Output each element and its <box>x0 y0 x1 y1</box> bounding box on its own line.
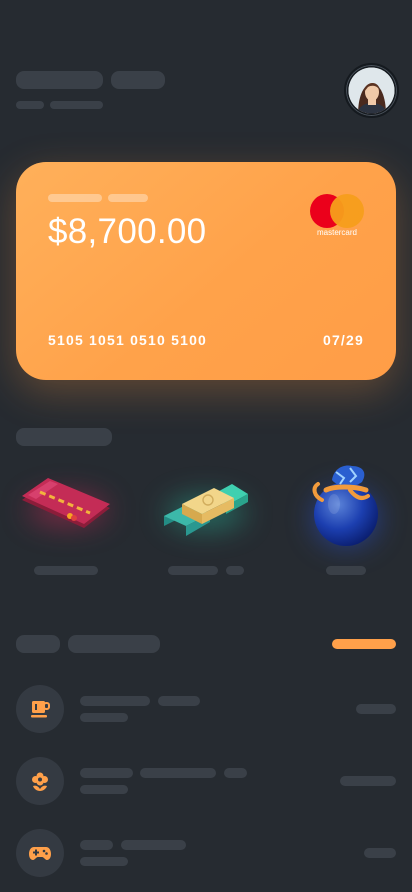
transaction-subtitle-placeholder <box>80 713 128 722</box>
transactions-title-placeholder <box>16 635 60 653</box>
transaction-title-placeholder-6 <box>80 840 113 850</box>
item-label-placeholder-4 <box>326 566 366 575</box>
balance-card[interactable]: $8,700.00 mastercard 5105 1051 0510 5100… <box>16 162 396 380</box>
section-title-placeholder <box>16 428 112 446</box>
card-label-placeholder-2 <box>108 194 148 202</box>
card-label-placeholder <box>48 194 102 202</box>
gamepad-icon <box>29 847 51 860</box>
transaction-title-placeholder-2 <box>158 696 200 706</box>
transaction-amount-placeholder <box>356 704 396 714</box>
transaction-flower-icon-circle[interactable] <box>16 757 64 805</box>
header-subtitle-placeholder <box>16 101 44 109</box>
item-label-placeholder <box>34 566 98 575</box>
header-title-placeholder-2 <box>111 71 165 89</box>
transaction-subtitle-placeholder-3 <box>80 857 128 866</box>
money-stack-icon <box>164 484 248 536</box>
coffee-cup-icon <box>31 701 50 718</box>
mastercard-wordmark: mastercard <box>316 228 357 237</box>
transaction-coffee-icon-circle[interactable] <box>16 685 64 733</box>
card-balance: $8,700.00 <box>48 212 207 251</box>
flower-icon <box>32 772 48 791</box>
see-all-button[interactable] <box>332 639 396 649</box>
transaction-subtitle-placeholder-2 <box>80 785 128 794</box>
wallet-screen: $8,700.00 mastercard 5105 1051 0510 5100… <box>0 0 412 892</box>
item-money-stack[interactable] <box>158 474 254 540</box>
item-label-placeholder-3 <box>226 566 244 575</box>
item-label-placeholder-2 <box>168 566 218 575</box>
transaction-title-placeholder-3 <box>80 768 133 778</box>
transaction-title-placeholder <box>80 696 150 706</box>
profile-photo-icon <box>348 67 395 114</box>
transaction-title-placeholder-4 <box>140 768 216 778</box>
item-money-bag[interactable] <box>304 460 384 548</box>
card-number: 5105 1051 0510 5100 <box>48 332 208 348</box>
card-expiry: 07/29 <box>322 332 364 348</box>
credit-card-icon <box>22 478 110 528</box>
mastercard-orange-circle <box>330 194 364 228</box>
avatar[interactable] <box>344 63 399 118</box>
transaction-title-placeholder-5 <box>224 768 247 778</box>
mastercard-logo: mastercard <box>310 194 364 238</box>
transaction-amount-placeholder-2 <box>340 776 396 786</box>
item-credit-card[interactable] <box>18 470 114 540</box>
transaction-gamepad-icon-circle[interactable] <box>16 829 64 877</box>
header-subtitle-placeholder-2 <box>50 101 103 109</box>
transactions-title-placeholder-2 <box>68 635 160 653</box>
header-title-placeholder <box>16 71 103 89</box>
transaction-title-placeholder-7 <box>121 840 186 850</box>
transaction-amount-placeholder-3 <box>364 848 396 858</box>
money-bag-icon <box>312 465 378 546</box>
